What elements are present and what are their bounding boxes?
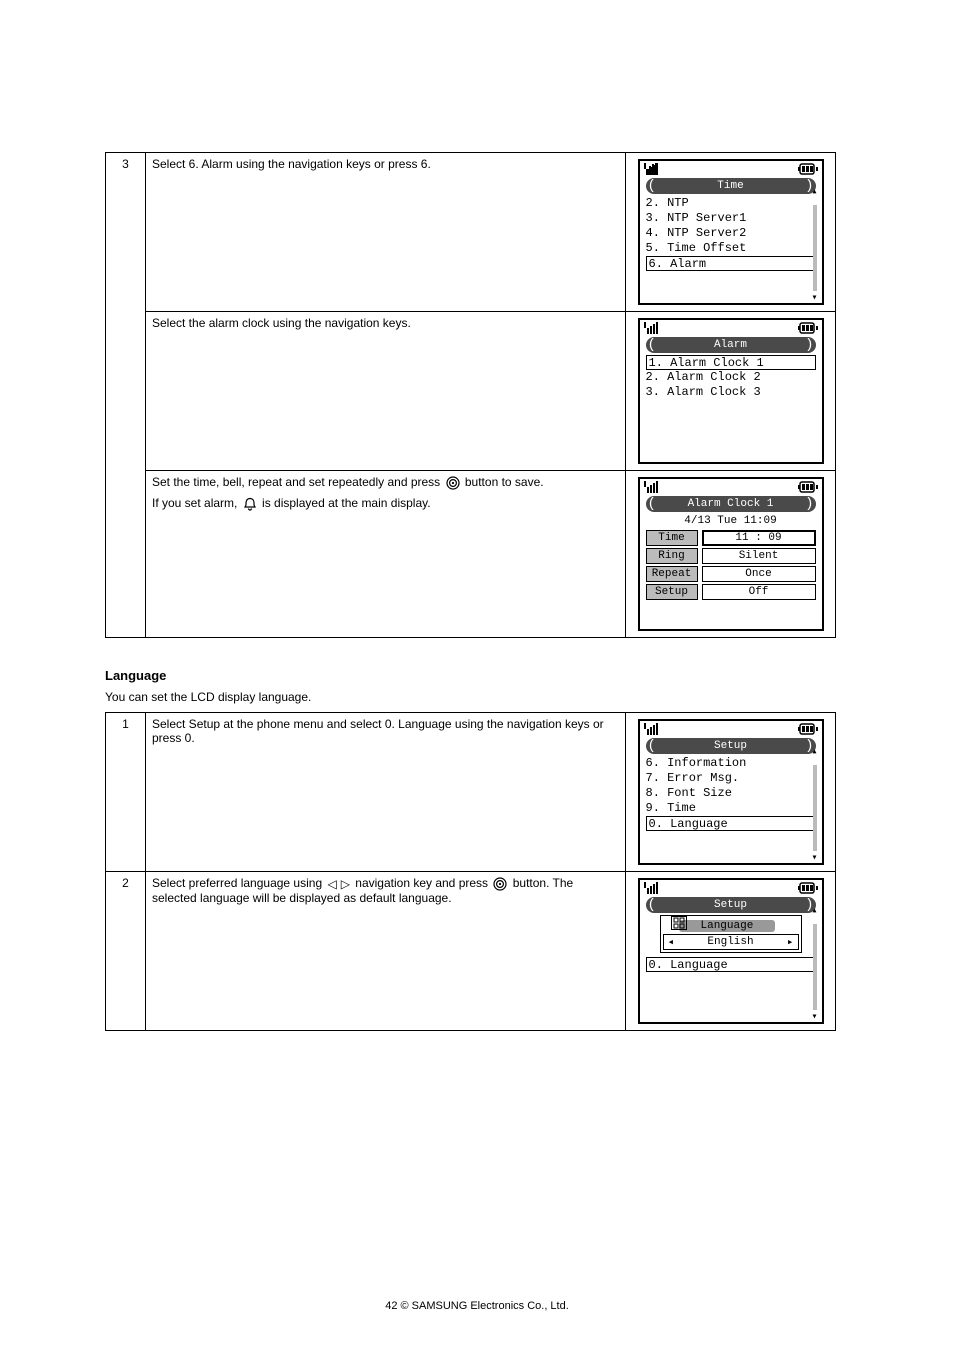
signal-icon xyxy=(644,882,662,894)
battery-icon xyxy=(798,882,818,894)
scroll-down-icon: ▾ xyxy=(811,855,819,863)
menu-item-selected: 1. Alarm Clock 1 xyxy=(646,355,816,370)
note-2: is displayed at the main display. xyxy=(262,496,431,510)
menu-item: 9. Time xyxy=(646,801,816,816)
alarm-steps-table: 3 Select 6. Alarm using the navigation k… xyxy=(105,152,836,638)
scroll-up-icon: ▴ xyxy=(811,749,819,757)
screen-title: (Time) xyxy=(646,178,816,194)
menu-item: 5. Time Offset xyxy=(646,241,816,256)
phone-screen-language: (Setup) Language ◂ English ▸ 0. Language xyxy=(638,878,824,1024)
phone-screen-alarm-clock: (Alarm Clock 1) 4/13 Tue 11:09 Time 11 :… xyxy=(638,477,824,631)
step-text: Select preferred language using ◁▷ navig… xyxy=(146,872,626,1031)
kv-value: Off xyxy=(702,584,816,600)
phone-screen-setup: (Setup) 6. Information 7. Error Msg. 8. … xyxy=(638,719,824,865)
language-value: English xyxy=(707,936,753,948)
kv-key: Setup xyxy=(646,584,698,600)
language-selector: Language ◂ English ▸ xyxy=(660,915,802,953)
ok-target-icon xyxy=(446,476,460,490)
scrollbar: ▴ ▾ xyxy=(811,197,819,299)
phone-screen-time: (Time) 2. NTP 3. NTP Server1 4. NTP Serv… xyxy=(638,159,824,305)
step-text-3a: Set the time, bell, repeat and set repea… xyxy=(152,475,440,489)
scroll-down-icon: ▾ xyxy=(811,295,819,303)
screen-cell-time: (Time) 2. NTP 3. NTP Server1 4. NTP Serv… xyxy=(626,153,836,312)
bell-icon xyxy=(243,497,257,511)
phone-screen-alarm: (Alarm) 1. Alarm Clock 1 2. Alarm Clock … xyxy=(638,318,824,464)
language-value-row: ◂ English ▸ xyxy=(663,934,799,950)
date-time: 4/13 Tue 11:09 xyxy=(640,514,822,529)
scrollbar: ▴ ▾ xyxy=(811,916,819,1018)
screen-cell-setup: (Setup) 6. Information 7. Error Msg. 8. … xyxy=(626,713,836,872)
signal-icon xyxy=(644,322,662,334)
menu-item: 3. NTP Server1 xyxy=(646,211,816,226)
language-label: Language xyxy=(679,920,776,932)
left-triangle-icon: ◂ xyxy=(668,935,675,949)
kv-key: Repeat xyxy=(646,566,698,582)
signal-icon xyxy=(644,163,662,175)
ok-target-icon xyxy=(493,877,507,891)
step-text-2: Select the alarm clock using the navigat… xyxy=(146,312,626,471)
scroll-up-icon: ▴ xyxy=(811,189,819,197)
battery-icon xyxy=(798,723,818,735)
menu-item: 6. Information xyxy=(646,756,816,771)
screen-cell-alarm-clock: (Alarm Clock 1) 4/13 Tue 11:09 Time 11 :… xyxy=(626,471,836,638)
step-text: Select Setup at the phone menu and selec… xyxy=(146,713,626,872)
menu-item: 2. NTP xyxy=(646,196,816,211)
menu-item-selected: 0. Language xyxy=(646,816,816,831)
screen-title: (Setup) xyxy=(646,738,816,754)
note-1: If you set alarm, xyxy=(152,496,241,510)
kv-value: Silent xyxy=(702,548,816,564)
left-arrow-icon: ◁ xyxy=(327,877,336,891)
battery-icon xyxy=(798,322,818,334)
kv-key: Ring xyxy=(646,548,698,564)
screen-title: (Setup) xyxy=(646,897,816,913)
menu-item: 2. Alarm Clock 2 xyxy=(646,370,816,385)
screen-title: (Alarm Clock 1) xyxy=(646,496,816,512)
scroll-up-icon: ▴ xyxy=(811,908,819,916)
step-number: 1 xyxy=(106,713,146,872)
step-text-3b: button to save. xyxy=(465,475,544,489)
battery-icon xyxy=(798,163,818,175)
right-arrow-icon: ▷ xyxy=(341,877,350,891)
keypad-icon xyxy=(671,916,687,930)
kv-row-time: Time 11 : 09 xyxy=(640,529,822,547)
kv-key: Time xyxy=(646,530,698,546)
right-triangle-icon: ▸ xyxy=(787,935,794,949)
page-footer: 42 © SAMSUNG Electronics Co., Ltd. xyxy=(0,1300,954,1312)
scroll-down-icon: ▾ xyxy=(811,1014,819,1022)
step-number: 2 xyxy=(106,872,146,1031)
kv-value-selected: 11 : 09 xyxy=(702,530,816,546)
menu-item: 3. Alarm Clock 3 xyxy=(646,385,816,400)
step-text-2-label: Select the alarm clock using the navigat… xyxy=(152,316,411,330)
scrollbar: ▴ ▾ xyxy=(811,757,819,859)
menu-item-selected: 6. Alarm xyxy=(646,256,816,271)
signal-icon xyxy=(644,723,662,735)
menu-item: 8. Font Size xyxy=(646,786,816,801)
kv-value: Once xyxy=(702,566,816,582)
step-number: 3 xyxy=(106,153,146,638)
kv-row-setup: Setup Off xyxy=(640,583,822,601)
screen-title: (Alarm) xyxy=(646,337,816,353)
step-text-1-label: Select 6. Alarm using the navigation key… xyxy=(152,157,431,171)
language-steps-table: 1 Select Setup at the phone menu and sel… xyxy=(105,712,836,1031)
kv-row-repeat: Repeat Once xyxy=(640,565,822,583)
menu-item: 4. NTP Server2 xyxy=(646,226,816,241)
screen-cell-language: (Setup) Language ◂ English ▸ 0. Language xyxy=(626,872,836,1031)
section-intro: You can set the LCD display language. xyxy=(105,690,311,704)
menu-item-selected: 0. Language xyxy=(646,957,816,972)
menu-item: 7. Error Msg. xyxy=(646,771,816,786)
screen-cell-alarm: (Alarm) 1. Alarm Clock 1 2. Alarm Clock … xyxy=(626,312,836,471)
battery-icon xyxy=(798,481,818,493)
step-text-3: Set the time, bell, repeat and set repea… xyxy=(146,471,626,638)
kv-row-ring: Ring Silent xyxy=(640,547,822,565)
signal-icon xyxy=(644,481,662,493)
step-text-1: Select 6. Alarm using the navigation key… xyxy=(146,153,626,312)
section-heading: Language xyxy=(105,668,166,683)
